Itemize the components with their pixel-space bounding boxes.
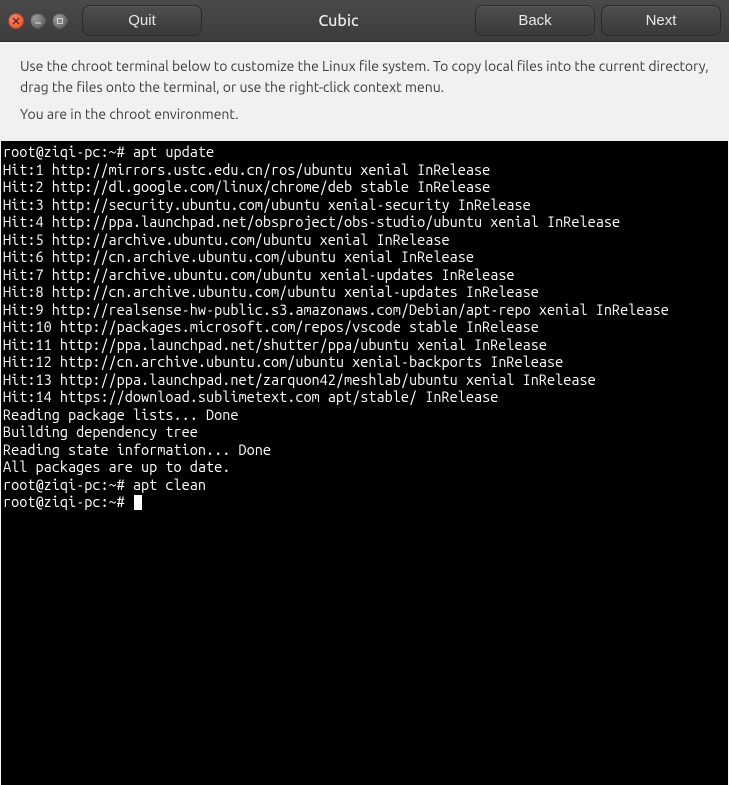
window-title: Cubic [208, 12, 469, 30]
terminal-line: Hit:11 http://ppa.launchpad.net/shutter/… [3, 336, 726, 354]
info-text-2: You are in the chroot environment. [20, 104, 709, 125]
terminal-line: Building dependency tree [3, 423, 726, 441]
terminal-line: Hit:2 http://dl.google.com/linux/chrome/… [3, 178, 726, 196]
back-button[interactable]: Back [475, 5, 595, 36]
next-button[interactable]: Next [601, 5, 721, 36]
terminal-line: Hit:3 http://security.ubuntu.com/ubuntu … [3, 196, 726, 214]
terminal-line: All packages are up to date. [3, 458, 726, 476]
terminal-cursor [134, 495, 142, 510]
terminal-line: Reading package lists... Done [3, 406, 726, 424]
terminal-line: Reading state information... Done [3, 441, 726, 459]
close-icon[interactable] [8, 13, 24, 29]
info-text-1: Use the chroot terminal below to customi… [20, 56, 709, 98]
terminal-line: Hit:1 http://mirrors.ustc.edu.cn/ros/ubu… [3, 161, 726, 179]
terminal-line: Hit:10 http://packages.microsoft.com/rep… [3, 318, 726, 336]
terminal-line: root@ziqi-pc:~# apt clean [3, 476, 726, 494]
titlebar: Quit Cubic Back Next [0, 0, 729, 42]
nav-buttons: Back Next [475, 5, 721, 36]
terminal-line: Hit:12 http://cn.archive.ubuntu.com/ubun… [3, 353, 726, 371]
terminal-line: Hit:4 http://ppa.launchpad.net/obsprojec… [3, 213, 726, 231]
terminal-line: Hit:5 http://archive.ubuntu.com/ubuntu x… [3, 231, 726, 249]
quit-button[interactable]: Quit [82, 5, 202, 36]
terminal-line: Hit:14 https://download.sublimetext.com … [3, 388, 726, 406]
terminal-line: Hit:6 http://cn.archive.ubuntu.com/ubunt… [3, 248, 726, 266]
window-controls [8, 13, 68, 29]
terminal-line: Hit:9 http://realsense-hw-public.s3.amaz… [3, 301, 726, 319]
minimize-icon[interactable] [30, 13, 46, 29]
terminal-line: Hit:13 http://ppa.launchpad.net/zarquon4… [3, 371, 726, 389]
terminal-line: root@ziqi-pc:~# apt update [3, 143, 726, 161]
terminal-line: Hit:7 http://archive.ubuntu.com/ubuntu x… [3, 266, 726, 284]
info-area: Use the chroot terminal below to customi… [0, 42, 729, 141]
terminal-line: root@ziqi-pc:~# [3, 493, 726, 511]
maximize-icon[interactable] [52, 13, 68, 29]
terminal[interactable]: root@ziqi-pc:~# apt updateHit:1 http://m… [1, 141, 728, 785]
terminal-line: Hit:8 http://cn.archive.ubuntu.com/ubunt… [3, 283, 726, 301]
